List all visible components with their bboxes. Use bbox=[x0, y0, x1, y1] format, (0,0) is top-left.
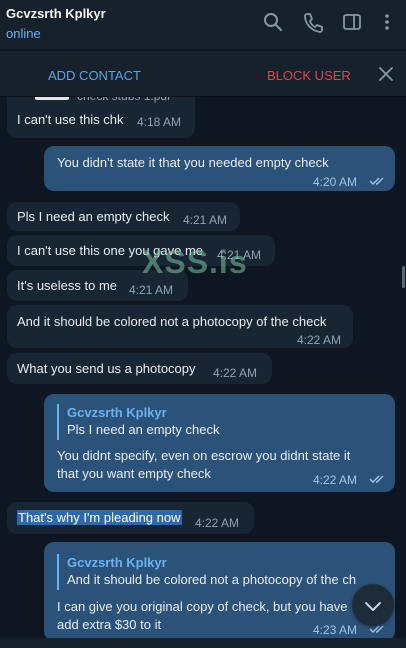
message-text: You didn't state it that you needed empt… bbox=[57, 155, 329, 170]
chat-header: Gcvzsrth Kplkyr online bbox=[0, 0, 406, 50]
message-bubble-outgoing[interactable]: Gcvzsrth Kplkyr And it should be colored… bbox=[44, 542, 395, 641]
message-time: 4:23 AM bbox=[313, 623, 358, 637]
message-text: And it should be colored not a photocopy… bbox=[17, 314, 327, 329]
message-bubble-outgoing[interactable]: Gcvzsrth Kplkyr Pls I need an empty chec… bbox=[44, 394, 395, 492]
read-ticks-icon bbox=[369, 177, 384, 185]
close-icon[interactable] bbox=[377, 65, 395, 83]
message-text: What you send us a photocopy bbox=[17, 361, 196, 376]
message-list[interactable]: check stubs 1.pdf I can't use this chk 4… bbox=[0, 97, 406, 648]
message-bubble-incoming[interactable]: Pls I need an empty check 4:21 AM bbox=[7, 202, 240, 231]
reply-author: Gcvzsrth Kplkyr bbox=[67, 555, 167, 570]
message-text: It's useless to me bbox=[17, 278, 118, 293]
reply-text: Pls I need an empty check bbox=[67, 422, 220, 437]
contact-action-bar: ADD CONTACT BLOCK USER bbox=[0, 51, 406, 97]
message-text-line: I can give you original copy of check, b… bbox=[57, 599, 348, 614]
search-icon[interactable] bbox=[262, 11, 284, 33]
read-ticks-icon bbox=[369, 475, 384, 483]
message-time: 4:22 AM bbox=[195, 516, 240, 530]
scroll-down-button[interactable] bbox=[352, 584, 394, 626]
message-time: 4:21 AM bbox=[129, 283, 174, 297]
sidebar-icon[interactable] bbox=[341, 11, 363, 33]
message-time: 4:18 AM bbox=[137, 115, 182, 129]
message-text-line: add extra $30 to it bbox=[57, 617, 162, 632]
reply-author: Gcvzsrth Kplkyr bbox=[67, 405, 167, 420]
chat-title[interactable]: Gcvzsrth Kplkyr bbox=[6, 6, 106, 21]
selected-text: That's why I'm pleading now bbox=[17, 510, 182, 525]
message-text-line: that you want empty check bbox=[57, 466, 211, 481]
scrollbar-thumb[interactable] bbox=[402, 266, 405, 288]
message-time: 4:20 AM bbox=[313, 175, 358, 189]
reply-text: And it should be colored not a photocopy… bbox=[67, 572, 357, 587]
reply-quote[interactable]: Gcvzsrth Kplkyr And it should be colored… bbox=[57, 554, 383, 590]
composer-edge bbox=[0, 638, 406, 648]
file-name: check stubs 1.pdf bbox=[77, 97, 170, 105]
message-text: I can't use this chk bbox=[17, 112, 124, 127]
message-text-line: You didnt specify, even on escrow you di… bbox=[57, 448, 351, 463]
message-time: 4:21 AM bbox=[183, 213, 228, 227]
file-thumbnail-icon bbox=[35, 97, 69, 100]
message-bubble-incoming[interactable]: check stubs 1.pdf I can't use this chk 4… bbox=[7, 97, 195, 138]
message-text: Pls I need an empty check bbox=[17, 209, 170, 224]
message-bubble-incoming[interactable]: And it should be colored not a photocopy… bbox=[7, 305, 353, 348]
phone-icon[interactable] bbox=[302, 11, 324, 33]
block-user-button[interactable]: BLOCK USER bbox=[267, 68, 351, 83]
add-contact-button[interactable]: ADD CONTACT bbox=[48, 68, 141, 83]
message-bubble-incoming[interactable]: That's why I'm pleading now 4:22 AM bbox=[7, 502, 254, 534]
message-time: 4:22 AM bbox=[213, 366, 258, 380]
message-time: 4:22 AM bbox=[313, 473, 358, 487]
reply-quote[interactable]: Gcvzsrth Kplkyr Pls I need an empty chec… bbox=[57, 404, 383, 440]
chevron-down-icon bbox=[365, 602, 381, 611]
message-bubble-outgoing[interactable]: You didn't state it that you needed empt… bbox=[44, 146, 395, 191]
message-text: That's why I'm pleading now bbox=[17, 509, 182, 526]
online-status: online bbox=[6, 26, 41, 41]
message-bubble-incoming[interactable]: What you send us a photocopy 4:22 AM bbox=[7, 353, 272, 384]
more-vertical-icon[interactable] bbox=[376, 11, 398, 33]
message-time: 4:22 AM bbox=[297, 333, 342, 347]
watermark-text: XSS.is bbox=[142, 244, 248, 280]
